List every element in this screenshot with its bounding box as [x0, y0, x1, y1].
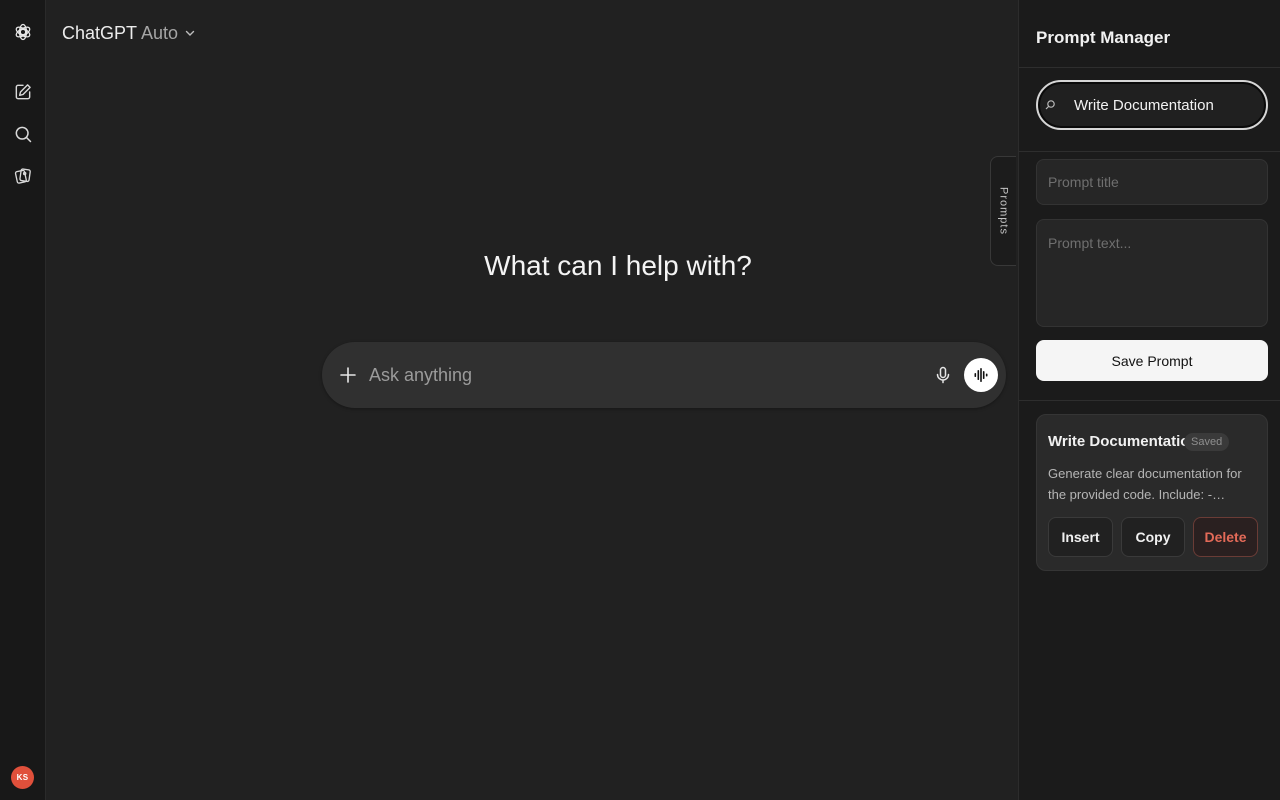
prompts-tab-label: Prompts	[997, 187, 1010, 235]
saved-prompt-title: Write Documentation	[1048, 433, 1199, 450]
edit-icon	[15, 84, 31, 100]
composer	[322, 342, 1006, 408]
prompts-tab[interactable]: Prompts	[990, 156, 1016, 266]
waveform-icon	[974, 368, 988, 382]
save-prompt-button[interactable]: Save Prompt	[1036, 340, 1268, 381]
saved-prompt-description: Generate clear documentation for the pro…	[1048, 466, 1242, 502]
plus-icon	[340, 367, 356, 383]
saved-prompt-card: Write Documentation Saved Generate clear…	[1036, 414, 1268, 571]
panel-divider	[1019, 400, 1280, 401]
prompt-search-input[interactable]	[1074, 96, 1273, 114]
microphone-icon	[936, 366, 950, 384]
left-rail: KS	[0, 0, 46, 800]
search-icon	[15, 126, 32, 143]
openai-logo-icon[interactable]	[9, 18, 37, 46]
panel-divider	[1019, 67, 1280, 68]
prompt-text-field[interactable]	[1036, 219, 1268, 327]
library-button[interactable]	[9, 162, 37, 190]
images-icon	[14, 168, 31, 184]
prompt-manager-panel: Prompt Manager Save Prompt Write Documen…	[1018, 0, 1280, 800]
search-chats-button[interactable]	[9, 120, 37, 148]
new-chat-button[interactable]	[9, 78, 37, 106]
avatar[interactable]: KS	[11, 766, 34, 789]
saved-prompt-actions: Insert Copy Delete	[1048, 517, 1258, 557]
panel-title: Prompt Manager	[1036, 28, 1171, 47]
insert-button[interactable]: Insert	[1048, 517, 1113, 557]
voice-mode-button[interactable]	[964, 358, 998, 392]
prompt-search	[1036, 80, 1273, 130]
model-picker[interactable]: ChatGPT Auto	[62, 22, 196, 44]
search-icon	[1044, 98, 1056, 112]
dictate-button[interactable]	[931, 363, 955, 387]
composer-input[interactable]	[369, 364, 931, 386]
prompt-title-field[interactable]	[1036, 159, 1268, 205]
status-badge: Saved	[1184, 433, 1230, 451]
panel-divider	[1019, 151, 1280, 152]
model-brand-label: ChatGPT	[62, 22, 138, 43]
delete-button[interactable]: Delete	[1193, 517, 1258, 557]
chevron-down-icon	[185, 30, 195, 36]
copy-button[interactable]: Copy	[1121, 517, 1185, 557]
attach-button[interactable]	[336, 363, 360, 387]
model-variant-label: Auto	[141, 22, 179, 43]
